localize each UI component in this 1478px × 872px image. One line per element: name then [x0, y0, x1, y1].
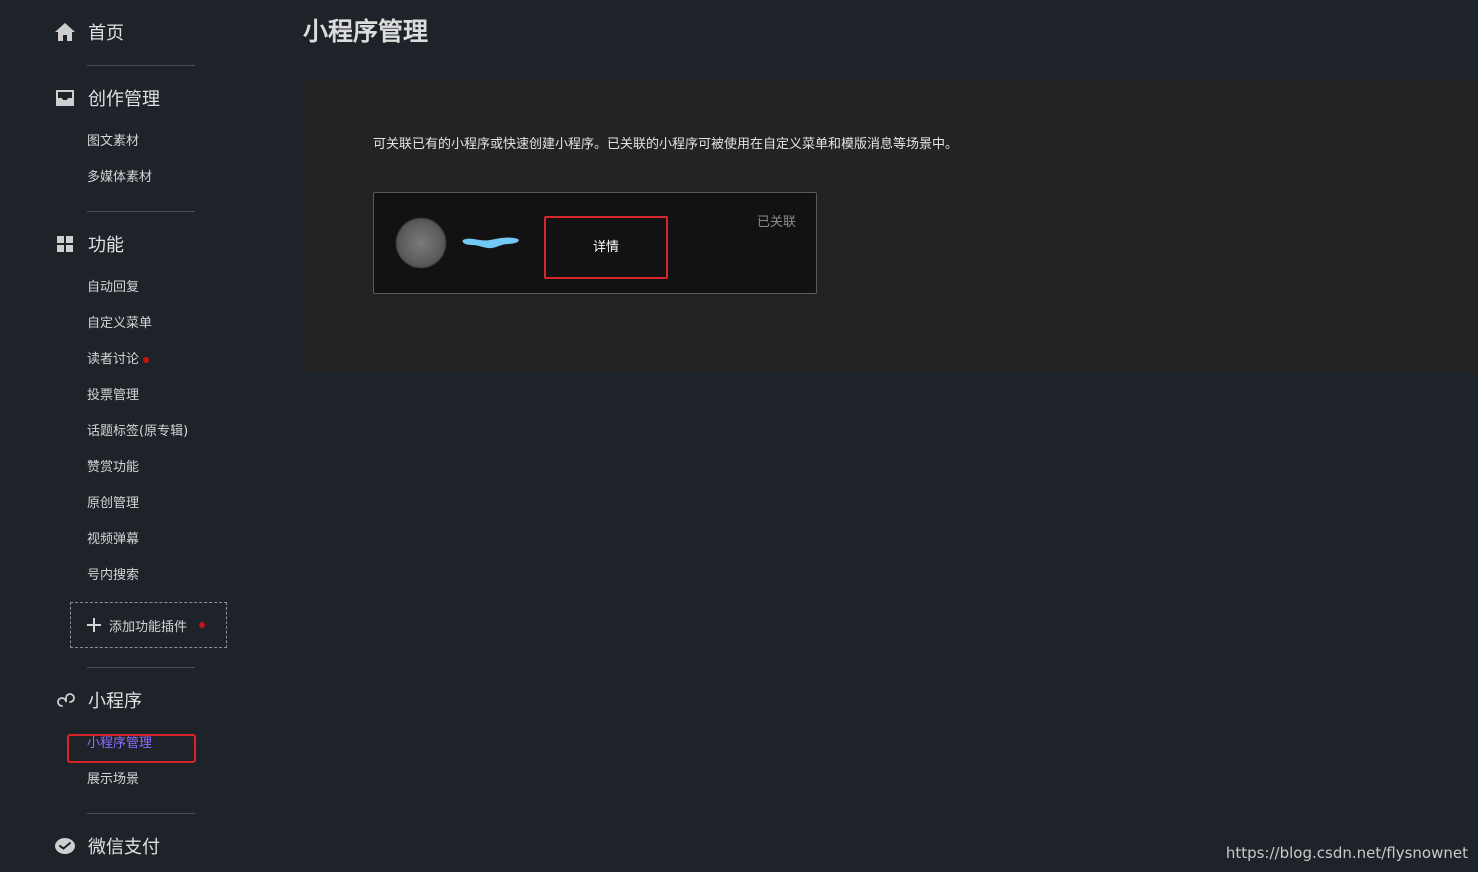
divider	[87, 65, 195, 66]
sidebar-item-display-scene[interactable]: 展示场景	[87, 772, 139, 788]
sidebar-item-label: 读者讨论	[87, 352, 140, 367]
notification-dot	[199, 622, 206, 628]
sidebar-item-image-text[interactable]: 图文素材	[87, 134, 139, 150]
sidebar: 首页 创作管理 图文素材 多媒体素材 功能 自动回复 自定义菜单 读者讨论 投票…	[0, 0, 260, 872]
sidebar-section-label: 创作管理	[88, 89, 160, 110]
sidebar-item-appreciation[interactable]: 赞赏功能	[87, 460, 139, 476]
description-text: 可关联已有的小程序或快速创建小程序。已关联的小程序可被使用在自定义菜单和模版消息…	[373, 137, 959, 152]
divider	[87, 667, 195, 668]
sidebar-section-label: 小程序	[88, 691, 142, 712]
sidebar-item-search[interactable]: 号内搜索	[87, 568, 139, 584]
detail-button[interactable]: 详情	[544, 216, 668, 279]
avatar	[396, 218, 446, 268]
sidebar-item-vote[interactable]: 投票管理	[87, 388, 139, 404]
miniprogram-icon	[54, 689, 76, 711]
redacted-name-mark	[462, 237, 519, 249]
sidebar-home[interactable]: 首页	[54, 18, 124, 46]
divider	[87, 211, 195, 212]
page-title: 小程序管理	[303, 17, 429, 46]
sidebar-section-label: 微信支付	[88, 837, 160, 858]
sidebar-item-original[interactable]: 原创管理	[87, 496, 139, 512]
sidebar-home-label: 首页	[88, 23, 124, 44]
sidebar-item-auto-reply[interactable]: 自动回复	[87, 280, 139, 296]
sidebar-item-video-danmaku[interactable]: 视频弹幕	[87, 532, 139, 548]
sidebar-item-reader-discussion[interactable]: 读者讨论	[87, 352, 150, 368]
grid-icon	[54, 233, 76, 255]
sidebar-section-creation: 创作管理	[54, 84, 160, 112]
add-plugin-label: 添加功能插件	[109, 619, 188, 635]
content-panel: 可关联已有的小程序或快速创建小程序。已关联的小程序可被使用在自定义菜单和模版消息…	[304, 80, 1478, 372]
sidebar-item-miniprogram-manage[interactable]: 小程序管理	[87, 736, 152, 752]
inbox-icon	[54, 87, 76, 109]
sidebar-section-wechat-pay: 微信支付	[54, 832, 160, 860]
sidebar-section-label: 功能	[88, 235, 124, 256]
sidebar-item-multimedia[interactable]: 多媒体素材	[87, 170, 152, 186]
notification-dot	[143, 356, 150, 363]
status-badge: 已关联	[756, 215, 796, 230]
sidebar-item-custom-menu[interactable]: 自定义菜单	[87, 316, 152, 332]
watermark-text: https://blog.csdn.net/flysnownet	[1225, 844, 1468, 862]
app-window: 首页 创作管理 图文素材 多媒体素材 功能 自动回复 自定义菜单 读者讨论 投票…	[0, 0, 1478, 872]
wechat-pay-icon	[54, 835, 76, 857]
miniprogram-card: 详情 已关联	[373, 192, 817, 294]
divider	[87, 813, 195, 814]
home-icon	[54, 21, 76, 43]
sidebar-section-miniprogram: 小程序	[54, 686, 142, 714]
plus-icon	[87, 618, 101, 632]
sidebar-section-features: 功能	[54, 230, 124, 258]
add-plugin-button[interactable]: 添加功能插件	[70, 602, 227, 648]
sidebar-item-topic-tags[interactable]: 话题标签(原专辑)	[87, 424, 188, 440]
